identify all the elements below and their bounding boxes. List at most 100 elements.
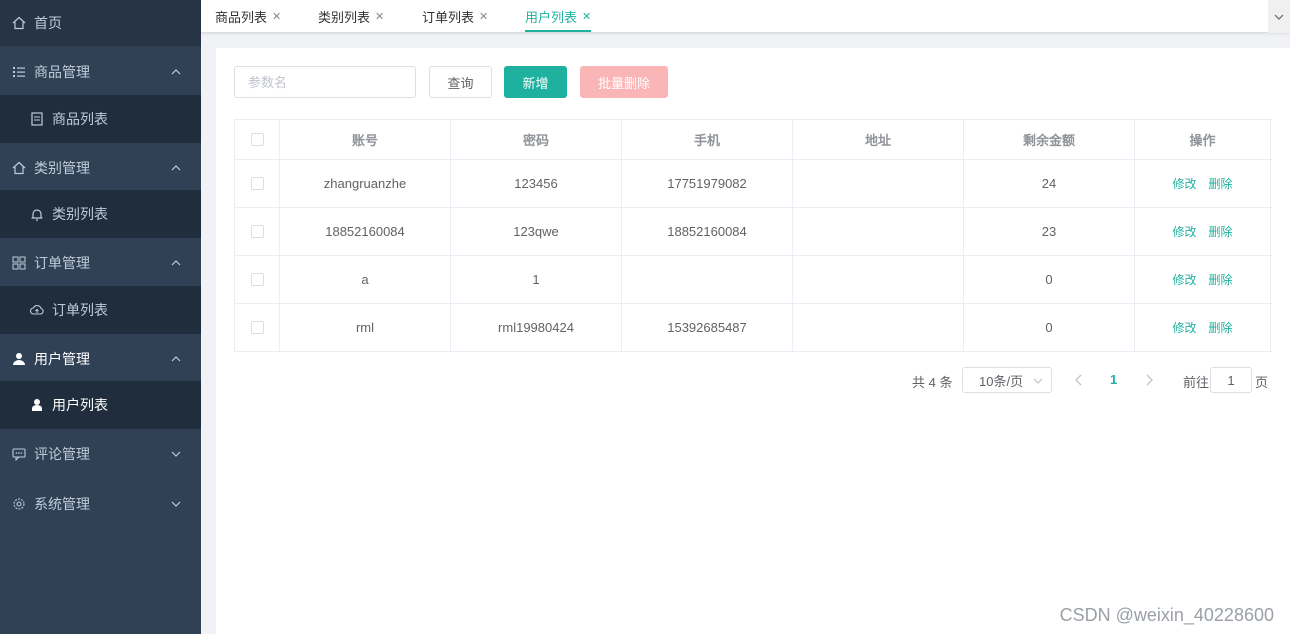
cloud-icon	[30, 303, 44, 317]
balance-cell: 23	[964, 208, 1135, 255]
prev-page-button[interactable]	[1073, 373, 1085, 387]
actions-cell: 修改 删除	[1135, 208, 1271, 255]
sidebar-group-order[interactable]: 订单管理	[0, 239, 201, 287]
tab-goods-list[interactable]: 商品列表 ✕	[215, 0, 281, 33]
sidebar: 首页 商品管理 商品列表 类别管理 类别列表 订单管理 订单列表 用户管理 用户…	[0, 0, 201, 634]
add-button[interactable]: 新增	[504, 66, 567, 98]
chevron-down-icon	[171, 451, 181, 457]
address-cell	[793, 208, 964, 255]
chat-icon	[12, 447, 26, 461]
balance-cell: 0	[964, 304, 1135, 351]
edit-button[interactable]: 修改	[1172, 223, 1196, 240]
edit-button[interactable]: 修改	[1172, 271, 1196, 288]
address-cell	[793, 304, 964, 351]
batch-delete-button[interactable]: 批量删除	[580, 66, 668, 98]
row-select-cell	[235, 304, 280, 351]
column-header[interactable]: 手机	[622, 120, 793, 159]
tab-label: 类别列表	[318, 10, 371, 25]
sidebar-item-order-list[interactable]: 订单列表	[0, 286, 201, 334]
page-size-select[interactable]: 10条/页	[962, 367, 1052, 393]
sidebar-group-label: 评论管理	[34, 446, 90, 462]
sidebar-item-home[interactable]: 首页	[0, 0, 201, 46]
goto-label: 前往	[1183, 375, 1210, 390]
row-checkbox[interactable]	[250, 273, 264, 286]
phone-cell: 18852160084	[622, 208, 793, 255]
delete-button[interactable]: 删除	[1209, 223, 1233, 240]
page-number[interactable]: 1	[1110, 372, 1117, 387]
home-icon	[12, 161, 26, 175]
password-cell: rml19980424	[451, 304, 622, 351]
column-header[interactable]: 剩余金额	[964, 120, 1135, 159]
close-icon[interactable]: ✕	[582, 10, 591, 23]
goto-suffix: 页	[1255, 375, 1269, 390]
goto-page-input[interactable]	[1210, 367, 1252, 393]
watermark: CSDN @weixin_40228600	[1059, 605, 1274, 625]
column-header[interactable]: 密码	[451, 120, 622, 159]
tab-category-list[interactable]: 类别列表 ✕	[318, 0, 384, 33]
user-icon	[30, 398, 44, 412]
close-icon[interactable]: ✕	[479, 10, 488, 23]
tab-order-list[interactable]: 订单列表 ✕	[422, 0, 488, 33]
list-icon	[12, 65, 26, 79]
sidebar-group-comment[interactable]: 评论管理	[0, 430, 201, 478]
row-select-cell	[235, 160, 280, 207]
address-cell	[793, 160, 964, 207]
grid-icon	[12, 256, 26, 270]
password-cell: 123qwe	[451, 208, 622, 255]
column-header[interactable]: 地址	[793, 120, 964, 159]
account-cell: a	[280, 256, 451, 303]
user-icon	[12, 352, 26, 366]
sidebar-item-goods-list[interactable]: 商品列表	[0, 95, 201, 143]
balance-cell: 0	[964, 256, 1135, 303]
delete-button[interactable]: 删除	[1209, 271, 1233, 288]
bell-icon	[30, 207, 44, 221]
phone-cell: 17751979082	[622, 160, 793, 207]
column-header[interactable]: 账号	[280, 120, 451, 159]
account-cell: zhangruanzhe	[280, 160, 451, 207]
tab-label: 商品列表	[215, 10, 268, 25]
actions-cell: 修改 删除	[1135, 304, 1271, 351]
sidebar-item-label: 订单列表	[52, 302, 108, 318]
delete-button[interactable]: 删除	[1209, 175, 1233, 192]
tab-user-list[interactable]: 用户列表 ✕	[525, 0, 592, 33]
tabs-dropdown-button[interactable]	[1268, 0, 1290, 33]
row-select-cell	[235, 208, 280, 255]
row-checkbox[interactable]	[250, 321, 264, 334]
main-card: 查询 新增 批量删除 账号 密码 手机 地址 剩余金额 操作 zhangruan…	[216, 48, 1290, 634]
sidebar-item-label: 类别列表	[52, 206, 108, 222]
sidebar-group-label: 商品管理	[34, 64, 90, 80]
sidebar-group-label: 用户管理	[34, 351, 90, 367]
address-cell	[793, 256, 964, 303]
sidebar-group-category[interactable]: 类别管理	[0, 144, 201, 192]
select-all-checkbox[interactable]	[250, 133, 264, 146]
sidebar-item-label: 用户列表	[52, 397, 108, 413]
password-cell: 123456	[451, 160, 622, 207]
search-input[interactable]	[234, 66, 416, 98]
chevron-up-icon	[171, 260, 181, 266]
table-row: 18852160084 123qwe 18852160084 23 修改 删除	[235, 208, 1272, 256]
close-icon[interactable]: ✕	[375, 10, 384, 23]
document-icon	[30, 112, 44, 126]
query-button[interactable]: 查询	[429, 66, 492, 98]
actions-cell: 修改 删除	[1135, 256, 1271, 303]
sidebar-item-category-list[interactable]: 类别列表	[0, 190, 201, 238]
tab-label: 用户列表	[525, 10, 578, 25]
pagination: 共 4 条 10条/页 1 前往 页	[216, 367, 1290, 393]
sidebar-group-user[interactable]: 用户管理	[0, 335, 201, 383]
close-icon[interactable]: ✕	[272, 10, 281, 23]
home-icon	[12, 16, 26, 30]
sidebar-group-label: 系统管理	[34, 496, 90, 512]
sidebar-group-system[interactable]: 系统管理	[0, 480, 201, 528]
row-checkbox[interactable]	[250, 177, 264, 190]
next-page-button[interactable]	[1143, 373, 1155, 387]
row-checkbox[interactable]	[250, 225, 264, 238]
sidebar-group-goods[interactable]: 商品管理	[0, 48, 201, 96]
edit-button[interactable]: 修改	[1172, 175, 1196, 192]
delete-button[interactable]: 删除	[1209, 319, 1233, 336]
sidebar-item-user-list[interactable]: 用户列表	[0, 381, 201, 429]
account-cell: 18852160084	[280, 208, 451, 255]
edit-button[interactable]: 修改	[1172, 319, 1196, 336]
table-row: rml rml19980424 15392685487 0 修改 删除	[235, 304, 1272, 352]
select-all-cell	[235, 120, 280, 159]
sidebar-item-label: 商品列表	[52, 111, 108, 127]
